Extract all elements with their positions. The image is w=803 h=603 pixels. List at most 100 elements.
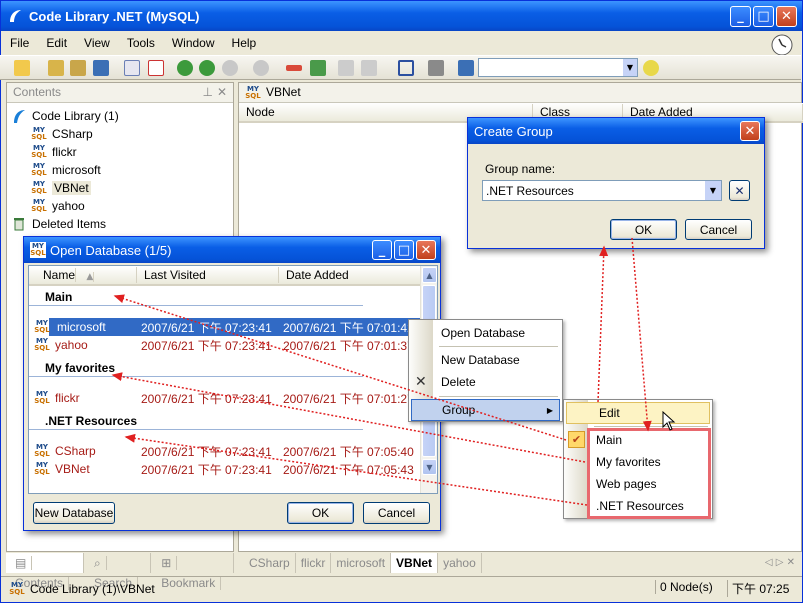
- doc-tab[interactable]: yahoo: [438, 553, 482, 573]
- list-item[interactable]: MY SQL yahoo 2007/6/21 下午 07:23:41 2007/6/…: [29, 336, 423, 354]
- tree-item[interactable]: MY SQL CSharp: [11, 125, 233, 143]
- doc-tab[interactable]: flickr: [296, 553, 332, 573]
- fullscreen-icon[interactable]: [398, 60, 414, 76]
- minimize-button[interactable]: _: [372, 240, 392, 260]
- content-tree: Code Library (1) MY SQL CSharp MY SQL flickr…: [7, 103, 233, 233]
- back-icon[interactable]: [177, 60, 193, 76]
- menu-item-edit[interactable]: Edit: [566, 402, 710, 424]
- database-icon[interactable]: [93, 60, 109, 76]
- maximize-button[interactable]: □: [753, 5, 774, 27]
- dialog-title: Open Database (1/5): [50, 242, 172, 258]
- cancel-button[interactable]: Cancel: [685, 219, 752, 240]
- tree-root[interactable]: Code Library (1): [11, 107, 233, 125]
- close-icon[interactable]: ✕: [217, 83, 227, 102]
- scroll-up-icon[interactable]: ▲: [422, 267, 437, 283]
- tree-deleted[interactable]: Deleted Items: [11, 215, 233, 233]
- menu-item-group[interactable]: Group ▶: [411, 399, 560, 421]
- mysql-icon: MY SQL: [34, 461, 50, 476]
- title-bar[interactable]: Code Library .NET (MySQL) _ □ ✕: [1, 1, 802, 31]
- mysql-icon: MY SQL: [31, 198, 47, 213]
- forward-icon[interactable]: [199, 60, 215, 76]
- tree-item[interactable]: MY SQL microsoft: [11, 161, 233, 179]
- new-database-button[interactable]: New Database: [33, 502, 115, 524]
- clock-icon[interactable]: [770, 33, 794, 57]
- search-db-icon[interactable]: [458, 60, 474, 76]
- search-input[interactable]: ▼: [478, 58, 638, 77]
- contents-icon: ▤: [10, 556, 33, 570]
- menu-help[interactable]: Help: [232, 36, 257, 50]
- chevron-down-icon[interactable]: ▼: [705, 181, 721, 200]
- down-icon[interactable]: [253, 60, 269, 76]
- status-path: Code Library (1)\VBNet: [30, 581, 155, 596]
- menu-item-delete[interactable]: ✕ Delete: [409, 371, 562, 393]
- doc-tab[interactable]: CSharp: [244, 553, 296, 573]
- list-item[interactable]: MY SQL flickr 2007/6/21 下午 07:23:41 2007/6…: [29, 389, 423, 407]
- search-icon: ⌕: [88, 556, 107, 570]
- bookmark-icon: ⊞: [156, 556, 178, 570]
- doc-tab[interactable]: microsoft: [331, 553, 392, 573]
- window-title: Code Library .NET (MySQL): [29, 8, 200, 24]
- sort-asc-icon: ▲: [79, 272, 95, 282]
- folder-icon[interactable]: [48, 60, 64, 76]
- menu-tools[interactable]: Tools: [127, 36, 155, 50]
- dialog-title-bar[interactable]: MY SQL Open Database (1/5) _ □ ✕: [24, 237, 440, 263]
- minimize-button[interactable]: _: [730, 5, 751, 27]
- tab-search[interactable]: ⌕ Search: [84, 553, 152, 590]
- dialog-title: Create Group: [474, 123, 553, 139]
- tab-nav-icon[interactable]: ◁ ▷ ✕: [760, 553, 800, 573]
- list-item[interactable]: MY SQL CSharp 2007/6/21 下午 07:23:41 2007/6…: [29, 442, 423, 460]
- remove-icon[interactable]: [286, 65, 302, 71]
- copy-icon[interactable]: [338, 60, 354, 76]
- chevron-right-icon: ▶: [546, 405, 553, 415]
- delete-group-button[interactable]: ✕: [729, 180, 750, 201]
- dialog-title-bar[interactable]: Create Group ✕: [468, 118, 764, 144]
- list-item[interactable]: MY SQL microsoft 2007/6/21 下午 07:23:41 200…: [29, 318, 423, 336]
- new-node-icon[interactable]: [124, 60, 140, 76]
- close-button[interactable]: ✕: [740, 121, 760, 141]
- print-icon[interactable]: [361, 60, 377, 76]
- menu-window[interactable]: Window: [172, 36, 215, 50]
- tree-item[interactable]: MY SQL flickr: [11, 143, 233, 161]
- trash-icon: [14, 218, 24, 231]
- close-button[interactable]: ✕: [416, 240, 436, 260]
- save-icon[interactable]: [70, 60, 86, 76]
- ok-button[interactable]: OK: [287, 502, 354, 524]
- tab-bookmark[interactable]: ⊞ Bookmark: [151, 553, 234, 590]
- open-folder-icon[interactable]: [14, 60, 30, 76]
- menu-bar: File Edit View Tools Window Help: [0, 32, 801, 54]
- document-tabs: CSharp flickr microsoft VBNet yahoo ◁ ▷ …: [244, 552, 800, 574]
- menu-edit[interactable]: Edit: [46, 36, 67, 50]
- add-icon[interactable]: [310, 60, 326, 76]
- col-last-visited[interactable]: Last Visited: [137, 267, 279, 283]
- close-button[interactable]: ✕: [776, 5, 797, 27]
- delete-icon: ✕: [415, 374, 427, 390]
- menu-item-new-database[interactable]: New Database: [409, 349, 562, 371]
- maximize-button[interactable]: □: [394, 240, 414, 260]
- menu-separator: [439, 346, 558, 347]
- chevron-down-icon[interactable]: ▼: [623, 59, 637, 76]
- tools-icon[interactable]: [428, 60, 444, 76]
- list-item[interactable]: MY SQL VBNet 2007/6/21 下午 07:23:41 2007/6/…: [29, 460, 423, 478]
- doc-tab-active[interactable]: VBNet: [391, 553, 439, 573]
- mysql-icon: MY SQL: [31, 180, 47, 195]
- group-name-input[interactable]: .NET Resources ▼: [482, 180, 722, 201]
- tab-contents[interactable]: ▤ Contents: [6, 553, 84, 590]
- col-name[interactable]: Name ▲: [29, 267, 137, 283]
- group-header: My favorites: [29, 359, 363, 377]
- cancel-button[interactable]: Cancel: [363, 502, 430, 524]
- menu-separator: [594, 426, 708, 427]
- go-icon[interactable]: [643, 60, 659, 76]
- menu-view[interactable]: View: [84, 36, 110, 50]
- scroll-down-icon[interactable]: ▼: [422, 459, 437, 475]
- up-icon[interactable]: [222, 60, 238, 76]
- open-database-dialog: MY SQL Open Database (1/5) _ □ ✕ Name ▲ L…: [23, 236, 441, 531]
- ok-button[interactable]: OK: [610, 219, 677, 240]
- tree-item[interactable]: MY SQL yahoo: [11, 197, 233, 215]
- delete-node-icon[interactable]: [148, 60, 164, 76]
- pin-icon[interactable]: ⊥: [203, 83, 213, 102]
- document-header: MY SQL VBNet: [239, 83, 801, 103]
- menu-file[interactable]: File: [10, 36, 29, 50]
- col-date-added[interactable]: Date Added: [279, 267, 423, 283]
- tree-item-selected[interactable]: MY SQL VBNet: [11, 179, 233, 197]
- menu-item-open-database[interactable]: Open Database: [409, 322, 562, 344]
